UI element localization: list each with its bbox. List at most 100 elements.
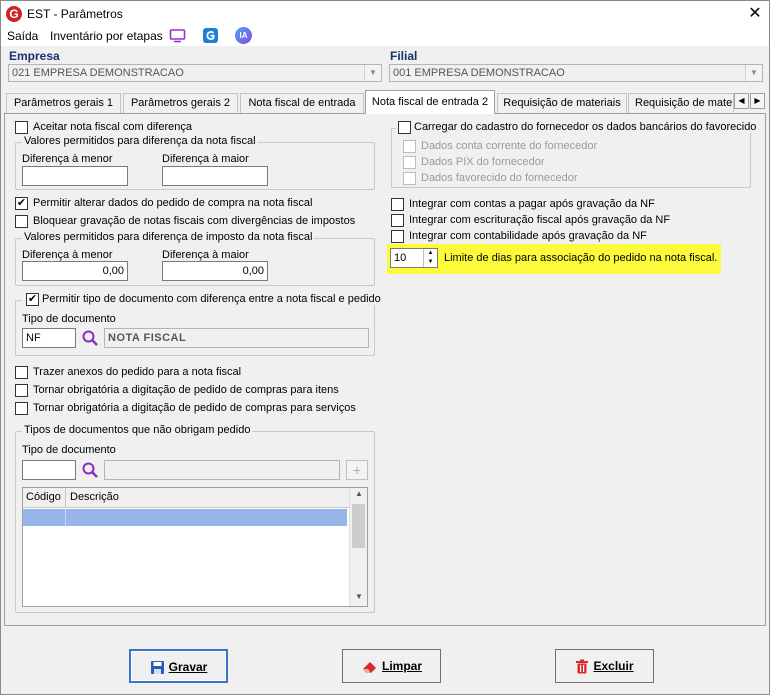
tipo-doc-label: Tipo de documento — [22, 313, 116, 325]
diferenca-maior-input[interactable] — [162, 166, 268, 186]
nao-obrigam-grid[interactable]: Código Descrição ▲ ▼ — [22, 487, 368, 607]
gravar-label: Gravar — [168, 660, 208, 674]
nao-obrigam-code-input[interactable] — [22, 460, 76, 480]
tab-nota-fiscal-entrada[interactable]: Nota fiscal de entrada — [240, 93, 364, 113]
obrig-servicos-label: Tornar obrigatória a digitação de pedido… — [33, 402, 356, 414]
scroll-up-icon[interactable]: ▲ — [350, 489, 368, 503]
limpar-button[interactable]: Limpar — [342, 649, 441, 683]
bloquear-label: Bloquear gravação de notas fiscais com d… — [33, 215, 356, 227]
search-icon[interactable] — [81, 329, 99, 347]
tab-scroll-right-icon[interactable]: ▶ — [750, 93, 765, 109]
trazer-anexos-label: Trazer anexos do pedido para a nota fisc… — [33, 366, 242, 378]
gravar-button[interactable]: Gravar — [129, 649, 228, 683]
tipo-doc-desc: NOTA FISCAL — [104, 328, 369, 348]
window-title: EST - Parâmetros — [27, 7, 123, 21]
diferenca-maior-label: Diferença à maior — [162, 153, 249, 165]
excluir-button[interactable]: Excluir — [555, 649, 654, 683]
close-button[interactable]: ✕ — [745, 4, 765, 24]
imposto-menor-input[interactable]: 0,00 — [22, 261, 128, 281]
integrar-fiscal-label: Integrar com escrituração fiscal após gr… — [409, 214, 671, 226]
title-bar: G EST - Parâmetros ✕ — [0, 0, 770, 26]
menu-saida[interactable]: Saída — [7, 29, 38, 43]
grid-selected-row[interactable] — [23, 509, 347, 526]
aceitar-nf-checkbox[interactable] — [15, 121, 28, 134]
limpar-label: Limpar — [381, 659, 422, 673]
grid-col-codigo[interactable]: Código — [26, 491, 61, 503]
eraser-icon — [362, 662, 376, 674]
menu-bar: Saída Inventário por etapas IA — [0, 26, 770, 46]
integrar-contab-checkbox[interactable] — [391, 230, 404, 243]
tab-parametros-gerais-2[interactable]: Parâmetros gerais 2 — [123, 93, 238, 113]
aceitar-nf-label: Aceitar nota fiscal com diferença — [33, 121, 192, 133]
menu-inventario[interactable]: Inventário por etapas — [50, 29, 163, 43]
grid-col-divider — [65, 488, 66, 508]
nao-obrigam-desc — [104, 460, 340, 480]
dados-conta-label: Dados conta corrente do fornecedor — [421, 140, 598, 152]
tab-nota-fiscal-entrada-2[interactable]: Nota fiscal de entrada 2 — [365, 90, 495, 114]
permitir-tipo-checkbox[interactable]: ✔ — [26, 293, 39, 306]
filial-value: 001 EMPRESA DEMONSTRACAO — [393, 67, 565, 79]
tipo-doc-code-input[interactable]: NF — [22, 328, 76, 348]
scroll-down-icon[interactable]: ▼ — [350, 592, 368, 606]
limite-dias-value: 10 — [394, 252, 407, 264]
integrar-contab-label: Integrar com contabilidade após gravação… — [409, 230, 647, 242]
limite-dias-label: Limite de dias para associação do pedido… — [444, 252, 718, 264]
dados-pix-checkbox[interactable] — [403, 156, 416, 169]
chevron-down-icon[interactable]: ▼ — [745, 65, 762, 81]
search-icon[interactable] — [81, 461, 99, 479]
spinner-buttons[interactable]: ▲ ▼ — [423, 249, 437, 267]
tab-requisicao-materiais[interactable]: Requisição de materiais — [497, 93, 627, 113]
filial-label: Filial — [390, 49, 418, 63]
permitir-alterar-label: Permitir alterar dados do pedido de comp… — [33, 197, 313, 209]
chevron-down-icon[interactable]: ▼ — [364, 65, 381, 81]
imposto-menor-label: Diferença à menor — [22, 249, 113, 261]
dados-conta-checkbox[interactable] — [403, 140, 416, 153]
obrig-servicos-checkbox[interactable] — [15, 402, 28, 415]
add-icon[interactable]: + — [346, 460, 368, 480]
monitor-icon[interactable] — [169, 27, 186, 44]
carregar-checkbox[interactable] — [398, 121, 411, 134]
carregar-group-title: Carregar do cadastro do fornecedor os da… — [396, 121, 759, 133]
imposto-maior-label: Diferença à maior — [162, 249, 249, 261]
integrar-fiscal-checkbox[interactable] — [391, 214, 404, 227]
dados-favorecido-checkbox[interactable] — [403, 172, 416, 185]
imposto-group-title: Valores permitidos para diferença de imp… — [22, 231, 315, 243]
tipo-doc-group-title: Permitir tipo de documento com diferença… — [22, 293, 383, 305]
tab-requisicao-materiais-2[interactable]: Requisição de materi — [628, 93, 734, 113]
grid-row-divider — [65, 509, 66, 526]
trash-icon — [576, 659, 589, 674]
save-icon — [150, 661, 164, 675]
valores-group-title: Valores permitidos para diferença da not… — [22, 135, 258, 147]
empresa-select[interactable]: 021 EMPRESA DEMONSTRACAO ▼ — [8, 64, 382, 82]
trazer-anexos-checkbox[interactable] — [15, 366, 28, 379]
filial-select[interactable]: 001 EMPRESA DEMONSTRACAO ▼ — [389, 64, 763, 82]
obrig-itens-checkbox[interactable] — [15, 384, 28, 397]
obrig-itens-label: Tornar obrigatória a digitação de pedido… — [33, 384, 339, 396]
nao-obrigam-tipo-label: Tipo de documento — [22, 444, 116, 456]
grid-scrollbar[interactable]: ▲ ▼ — [349, 488, 367, 606]
tab-parametros-gerais-1[interactable]: Parâmetros gerais 1 — [6, 93, 121, 113]
integrar-pagar-label: Integrar com contas a pagar após gravaçã… — [409, 198, 655, 210]
diferenca-menor-label: Diferença à menor — [22, 153, 113, 165]
scroll-thumb[interactable] — [352, 504, 365, 548]
tab-scroll-left-icon[interactable]: ◀ — [734, 93, 749, 109]
permitir-alterar-checkbox[interactable]: ✔ — [15, 197, 28, 210]
spin-down-icon[interactable]: ▼ — [424, 258, 437, 267]
spin-up-icon[interactable]: ▲ — [424, 249, 437, 258]
grid-header: Código Descrição — [23, 488, 349, 508]
empresa-value: 021 EMPRESA DEMONSTRACAO — [12, 67, 184, 79]
dados-favorecido-label: Dados favorecido do fornecedor — [421, 172, 578, 184]
limite-dias-spinner[interactable]: 10 ▲ ▼ — [390, 248, 438, 268]
grid-col-descricao[interactable]: Descrição — [70, 491, 119, 503]
imposto-maior-input[interactable]: 0,00 — [162, 261, 268, 281]
integrar-pagar-checkbox[interactable] — [391, 198, 404, 211]
bloquear-checkbox[interactable] — [15, 215, 28, 228]
excluir-label: Excluir — [593, 659, 634, 673]
ia-assistant-icon[interactable]: IA — [235, 27, 252, 44]
diferenca-menor-input[interactable] — [22, 166, 128, 186]
app-logo-icon: G — [6, 6, 22, 22]
dados-pix-label: Dados PIX do fornecedor — [421, 156, 545, 168]
g-logo-icon[interactable] — [202, 27, 219, 44]
empresa-label: Empresa — [9, 49, 60, 63]
nao-obrigam-group-title: Tipos de documentos que não obrigam pedi… — [22, 424, 253, 436]
